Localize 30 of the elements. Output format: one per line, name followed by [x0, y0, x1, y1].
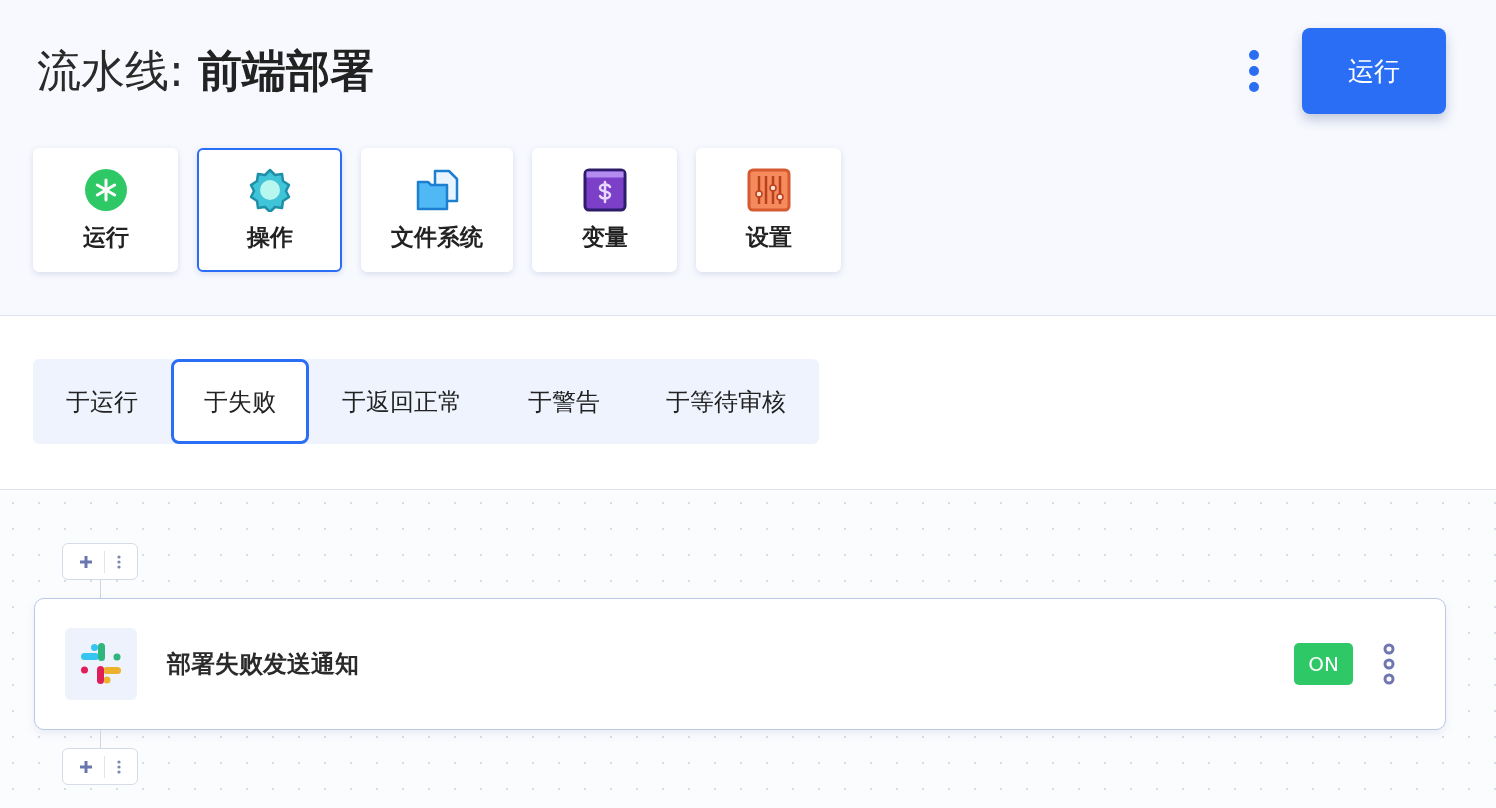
category-tab[interactable]: 文件系统 [361, 148, 513, 272]
step-card[interactable]: 部署失败发送通知 ON [34, 598, 1446, 730]
plus-icon [78, 759, 93, 774]
more-icon [1248, 49, 1260, 93]
trigger-tab[interactable]: 于失败 [171, 359, 309, 444]
trigger-tab[interactable]: 于警告 [495, 359, 633, 444]
trigger-tab[interactable]: 于返回正常 [309, 359, 495, 444]
category-tab[interactable]: 操作 [197, 148, 342, 272]
gear-icon [247, 167, 292, 212]
add-step-control[interactable] [62, 543, 138, 580]
more-icon [117, 759, 122, 774]
trigger-tab[interactable]: 于运行 [33, 359, 171, 444]
more-icon [117, 554, 122, 569]
pipeline-title: 流水线: 前端部署 [37, 43, 374, 98]
app-logo-icon [65, 628, 137, 700]
step-menu-button[interactable] [1383, 643, 1395, 685]
folder-icon [415, 167, 459, 212]
category-tab[interactable]: 运行 [33, 148, 178, 272]
sliders-icon [746, 167, 791, 212]
dollar-icon [582, 167, 627, 212]
step-title: 部署失败发送通知 [167, 649, 360, 680]
more-menu-button[interactable] [1248, 49, 1260, 93]
category-tab[interactable]: 变量 [532, 148, 677, 272]
run-button[interactable]: 运行 [1302, 28, 1446, 114]
asterisk-icon [83, 167, 128, 212]
category-tab[interactable]: 设置 [696, 148, 841, 272]
trigger-tab[interactable]: 于等待审核 [633, 359, 819, 444]
plus-icon [78, 554, 93, 569]
more-icon [1383, 643, 1395, 685]
add-step-control[interactable] [62, 748, 138, 785]
